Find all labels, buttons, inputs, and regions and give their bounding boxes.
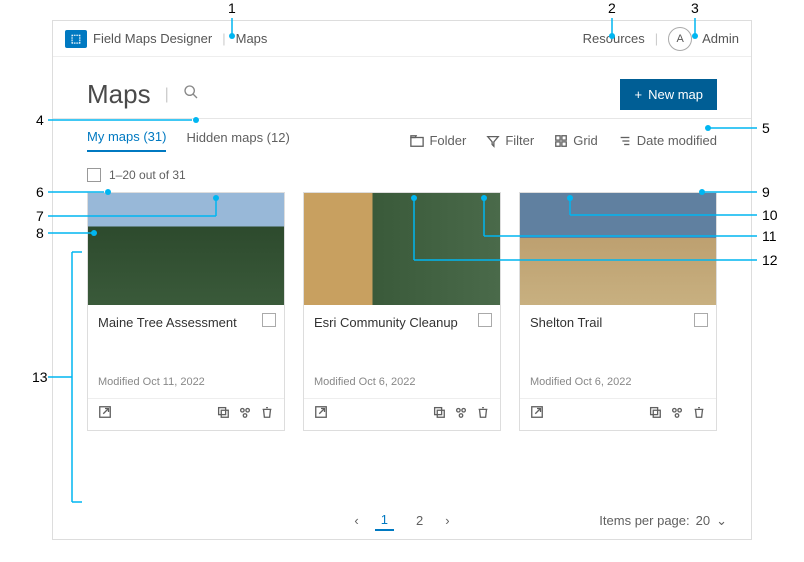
copy-icon[interactable] bbox=[648, 405, 662, 424]
card-modified: Modified Oct 6, 2022 bbox=[530, 376, 706, 388]
share-icon[interactable] bbox=[238, 405, 252, 424]
callout-1: 1 bbox=[228, 0, 236, 16]
share-icon[interactable] bbox=[454, 405, 468, 424]
copy-icon[interactable] bbox=[216, 405, 230, 424]
callout-11: 11 bbox=[762, 228, 777, 244]
callout-12: 12 bbox=[762, 252, 778, 268]
card-title: Shelton Trail bbox=[530, 315, 706, 330]
delete-icon[interactable] bbox=[260, 405, 274, 424]
tab-hidden-maps[interactable]: Hidden maps (12) bbox=[186, 130, 289, 151]
card-checkbox[interactable] bbox=[478, 313, 492, 327]
nav-maps[interactable]: Maps bbox=[236, 31, 268, 46]
delete-icon[interactable] bbox=[692, 405, 706, 424]
delete-icon[interactable] bbox=[476, 405, 490, 424]
share-icon[interactable] bbox=[670, 405, 684, 424]
card-actions bbox=[520, 398, 716, 430]
open-icon[interactable] bbox=[98, 405, 112, 424]
grid-button[interactable]: Grid bbox=[554, 133, 598, 148]
card-checkbox[interactable] bbox=[694, 313, 708, 327]
callout-3: 3 bbox=[691, 0, 699, 16]
avatar[interactable]: A bbox=[668, 27, 692, 51]
card-actions bbox=[88, 398, 284, 430]
callout-8: 8 bbox=[36, 225, 44, 241]
count-text: 1–20 out of 31 bbox=[109, 168, 186, 182]
sort-button[interactable]: Date modified bbox=[618, 133, 717, 148]
card-checkbox[interactable] bbox=[262, 313, 276, 327]
plus-icon: + bbox=[634, 87, 642, 102]
divider: | bbox=[165, 86, 169, 104]
filter-button[interactable]: Filter bbox=[486, 133, 534, 148]
nav-resources[interactable]: Resources bbox=[583, 31, 645, 46]
page-number[interactable]: 1 bbox=[375, 510, 394, 531]
app-header: ⬚ Field Maps Designer | Maps Resources |… bbox=[53, 21, 751, 57]
page-title: Maps bbox=[87, 79, 151, 110]
callout-10: 10 bbox=[762, 207, 778, 223]
card-title: Maine Tree Assessment bbox=[98, 315, 274, 330]
cards-grid: Maine Tree Assessment Modified Oct 11, 2… bbox=[53, 192, 751, 431]
count-row: 1–20 out of 31 bbox=[53, 162, 751, 192]
tab-my-maps[interactable]: My maps (31) bbox=[87, 129, 166, 152]
divider: | bbox=[222, 31, 225, 46]
open-icon[interactable] bbox=[530, 405, 544, 424]
filter-icon bbox=[486, 134, 500, 148]
chevron-down-icon: ⌄ bbox=[716, 513, 727, 529]
callout-13: 13 bbox=[32, 369, 48, 385]
next-page-icon[interactable]: › bbox=[445, 513, 449, 528]
card-modified: Modified Oct 6, 2022 bbox=[314, 376, 490, 388]
card-thumbnail bbox=[304, 193, 500, 305]
search-icon[interactable] bbox=[183, 84, 199, 105]
callout-2: 2 bbox=[608, 0, 616, 16]
card-thumbnail bbox=[520, 193, 716, 305]
divider: | bbox=[655, 31, 658, 46]
callout-4: 4 bbox=[36, 112, 44, 128]
pagination: ‹ 1 2 › Items per page: 20 ⌄ bbox=[53, 510, 751, 531]
app-logo[interactable]: ⬚ Field Maps Designer bbox=[65, 30, 212, 48]
logo-icon: ⬚ bbox=[65, 30, 87, 48]
new-map-button[interactable]: + New map bbox=[620, 79, 717, 110]
app-name: Field Maps Designer bbox=[93, 31, 212, 46]
page-number[interactable]: 2 bbox=[410, 511, 429, 530]
items-per-page[interactable]: Items per page: 20 ⌄ bbox=[599, 513, 727, 529]
card-thumbnail bbox=[88, 193, 284, 305]
card-title: Esri Community Cleanup bbox=[314, 315, 490, 330]
grid-icon bbox=[554, 134, 568, 148]
admin-label[interactable]: Admin bbox=[702, 31, 739, 46]
map-card[interactable]: Shelton Trail Modified Oct 6, 2022 bbox=[519, 192, 717, 431]
callout-5: 5 bbox=[762, 120, 770, 136]
callout-6: 6 bbox=[36, 184, 44, 200]
callout-9: 9 bbox=[762, 184, 770, 200]
app-window: ⬚ Field Maps Designer | Maps Resources |… bbox=[52, 20, 752, 540]
open-icon[interactable] bbox=[314, 405, 328, 424]
prev-page-icon[interactable]: ‹ bbox=[354, 513, 358, 528]
select-all-checkbox[interactable] bbox=[87, 168, 101, 182]
title-row: Maps | + New map bbox=[53, 57, 751, 119]
copy-icon[interactable] bbox=[432, 405, 446, 424]
map-card[interactable]: Maine Tree Assessment Modified Oct 11, 2… bbox=[87, 192, 285, 431]
callout-7: 7 bbox=[36, 208, 44, 224]
folder-icon bbox=[410, 134, 424, 148]
sort-icon bbox=[618, 134, 632, 148]
folder-button[interactable]: Folder bbox=[410, 133, 466, 148]
map-card[interactable]: Esri Community Cleanup Modified Oct 6, 2… bbox=[303, 192, 501, 431]
card-actions bbox=[304, 398, 500, 430]
toolbar: My maps (31) Hidden maps (12) Folder Fil… bbox=[53, 119, 751, 162]
card-modified: Modified Oct 11, 2022 bbox=[98, 376, 274, 388]
